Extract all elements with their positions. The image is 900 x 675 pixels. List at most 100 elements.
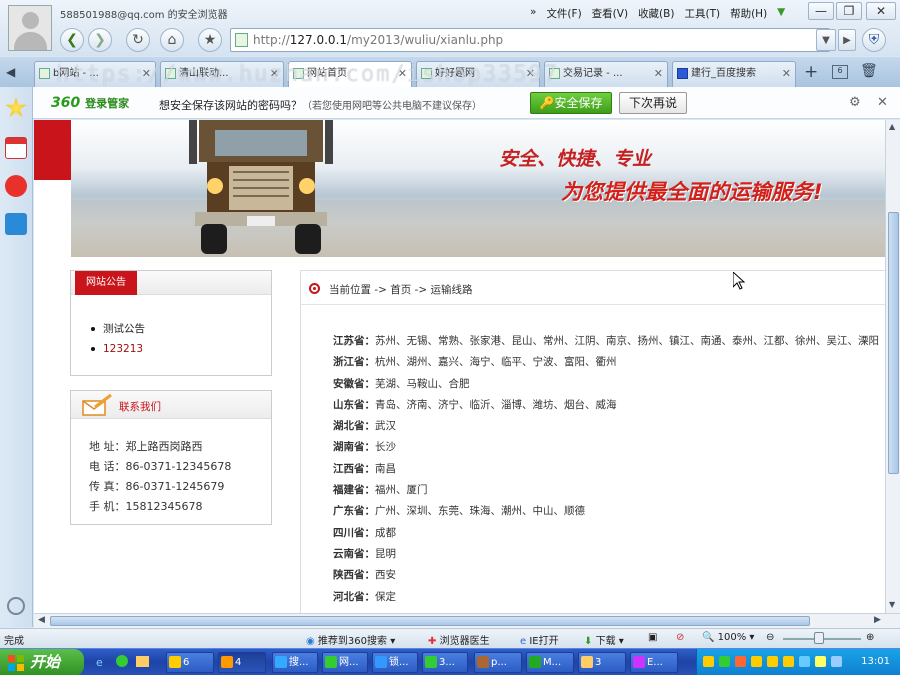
watermark: https://www.huzhan.com/ishop33597 (56, 62, 560, 87)
tray-qq-icon[interactable] (783, 656, 794, 667)
user-avatar[interactable] (8, 5, 52, 51)
tab-list-icon[interactable]: ◀ (6, 65, 15, 79)
taskbar-item[interactable]: 网... (322, 652, 368, 673)
scroll-right-icon[interactable]: ▶ (874, 615, 881, 625)
back-button[interactable]: ❮ (60, 28, 84, 52)
folder-quicklaunch-icon[interactable] (136, 656, 149, 667)
taskbar-item[interactable]: 4 (218, 652, 266, 673)
tray-volume-icon[interactable] (831, 656, 842, 667)
taskbar-item[interactable]: 搜... (272, 652, 318, 673)
windows-taskbar: 开始 e 6 4 搜... 网... 锁... 3... p... M... 3… (0, 648, 900, 675)
block-icon[interactable]: ⊘ (676, 632, 684, 643)
taskbar-item[interactable]: 6 (166, 652, 214, 673)
weibo-icon[interactable] (5, 175, 27, 197)
taskbar-item[interactable]: 3 (578, 652, 626, 673)
ie-quicklaunch-icon[interactable]: e (96, 656, 103, 669)
settings-gear-icon[interactable] (7, 597, 25, 615)
banner-slogan-2: 为您提供最全面的运输服务! (561, 180, 823, 204)
bar-close-icon[interactable]: ✕ (877, 95, 888, 110)
tray-qq-icon[interactable] (767, 656, 778, 667)
contact-info: 地 址：郑上路西岗路西 电 话：86-0371-12345678 传 真：86-… (89, 437, 231, 517)
scroll-down-icon[interactable]: ▼ (889, 600, 895, 609)
go-icon[interactable]: ▶ (838, 29, 856, 51)
tray-360-icon[interactable] (719, 656, 730, 667)
menu-more-icon[interactable]: » (530, 6, 536, 21)
route-row: 江苏省：苏州、无锡、常熟、张家港、昆山、常州、江阴、南京、扬州、镇江、南通、泰州… (333, 335, 879, 347)
tray-shield-icon[interactable] (815, 656, 826, 667)
pencil-envelope-icon (82, 393, 112, 416)
menu-view[interactable]: 查看(V) (592, 6, 628, 21)
breadcrumb: 当前位置 -> 首页 -> 运输线路 (301, 271, 885, 305)
menu-file[interactable]: 文件(F) (546, 6, 581, 21)
favorites-star-icon[interactable] (5, 97, 27, 118)
zoom-button[interactable]: 🔍 100% ▾ (702, 632, 754, 643)
route-row: 浙江省：杭州、湖州、嘉兴、海宁、临平、宁波、富阳、衢州 (333, 356, 617, 369)
scroll-left-icon[interactable]: ◀ (38, 615, 45, 625)
menu-help[interactable]: 帮助(H) (730, 6, 767, 21)
taskbar-item[interactable]: 3... (422, 652, 468, 673)
password-save-bar: 360 登录管家 想安全保存该网站的密码吗？（若您使用网吧等公共电脑不建议保存）… (33, 87, 900, 119)
horizontal-scroll-thumb[interactable] (50, 616, 810, 626)
close-button[interactable]: ✕ (866, 2, 896, 20)
news-icon[interactable] (5, 137, 27, 159)
ask-later-button[interactable]: 下次再说 (619, 92, 687, 114)
tray-qq-icon[interactable] (751, 656, 762, 667)
browser-doctor-button[interactable]: ✚ 浏览器医生 (428, 632, 490, 647)
download-button[interactable]: ⬇ 下载 ▾ (584, 632, 624, 647)
left-sidebar (0, 87, 33, 627)
zoom-out-icon[interactable]: ⊖ (766, 632, 774, 643)
status-bar: 完成 ◉ 推荐到360搜索 ▾ ✚ 浏览器医生 e IE打开 ⬇ 下载 ▾ ▣ … (0, 628, 900, 648)
tray-qq-icon[interactable] (703, 656, 714, 667)
safe-save-button[interactable]: 🔑安全保存 (530, 92, 612, 114)
shield-icon[interactable]: ⛨ (862, 28, 886, 52)
vertical-scrollbar[interactable]: ▲ ▼ (885, 120, 900, 613)
zoom-slider-knob[interactable] (814, 632, 824, 644)
taskbar-item[interactable]: M... (526, 652, 574, 673)
address-prefix: http:// (253, 33, 290, 47)
scroll-up-icon[interactable]: ▲ (889, 122, 895, 131)
menu-bar: » 文件(F) 查看(V) 收藏(B) 工具(T) 帮助(H) ▼ (530, 6, 795, 21)
address-bar[interactable]: http://127.0.0.1/my2013/wuliu/xianlu.php (230, 28, 830, 52)
main-pane: 当前位置 -> 首页 -> 运输线路 江苏省：苏州、无锡、常熟、张家港、昆山、常… (300, 270, 885, 613)
taskbar-item[interactable]: p... (474, 652, 522, 673)
tab-5[interactable]: 建行_百度搜索 ✕ (672, 61, 796, 87)
maximize-button[interactable]: ❐ (836, 2, 862, 20)
menu-favorites[interactable]: 收藏(B) (638, 6, 674, 21)
skin-icon[interactable]: ▼ (777, 6, 785, 21)
notice-title: 网站公告 (75, 271, 137, 295)
notice-item[interactable]: 测试公告 (89, 319, 145, 339)
screen-icon[interactable]: ▣ (648, 632, 657, 643)
mobile-icon[interactable] (5, 213, 27, 235)
address-dropdown-icon[interactable]: ▼ (816, 29, 836, 51)
refresh-button[interactable]: ↻ (126, 28, 150, 52)
truck-image (189, 120, 333, 254)
vertical-scroll-thumb[interactable] (888, 212, 899, 474)
tray-network-icon[interactable] (799, 656, 810, 667)
notice-item[interactable]: 123213 (89, 339, 145, 359)
start-button[interactable]: 开始 (0, 649, 84, 675)
forward-button[interactable]: ❯ (88, 28, 112, 52)
minimize-button[interactable]: — (808, 2, 834, 20)
breadcrumb-path[interactable]: -> 首页 -> 运输线路 (374, 284, 472, 296)
search-recommend-button[interactable]: ◉ 推荐到360搜索 ▾ (306, 632, 395, 647)
status-text: 完成 (4, 636, 24, 647)
tab-count-icon[interactable]: 6 (832, 65, 848, 79)
bar-settings-icon[interactable]: ⚙ (849, 95, 861, 110)
home-button[interactable]: ⌂ (160, 28, 184, 52)
new-tab-icon[interactable]: + (804, 62, 818, 82)
favorite-star-button[interactable]: ★ (198, 28, 222, 52)
clock: 13:01 (861, 656, 890, 667)
horizontal-scrollbar[interactable]: ◀ ▶ (34, 613, 900, 628)
menu-tools[interactable]: 工具(T) (684, 6, 720, 21)
trash-icon[interactable]: 🗑 (860, 63, 878, 79)
password-manager-logo: 360 登录管家 (51, 95, 130, 111)
tab-4[interactable]: 交易记录 - ... ✕ (544, 61, 668, 87)
taskbar-item[interactable]: 锁... (372, 652, 418, 673)
zoom-in-icon[interactable]: ⊕ (866, 632, 874, 643)
route-row: 江西省：南昌 (333, 462, 396, 475)
browser-quicklaunch-icon[interactable] (116, 655, 128, 667)
taskbar-item[interactable]: E... (630, 652, 678, 673)
tray-app-icon[interactable] (735, 656, 746, 667)
route-list: 江苏省：苏州、无锡、常熟、张家港、昆山、常州、江阴、南京、扬州、镇江、南通、泰州… (333, 331, 879, 608)
ie-open-button[interactable]: e IE打开 (520, 632, 559, 647)
